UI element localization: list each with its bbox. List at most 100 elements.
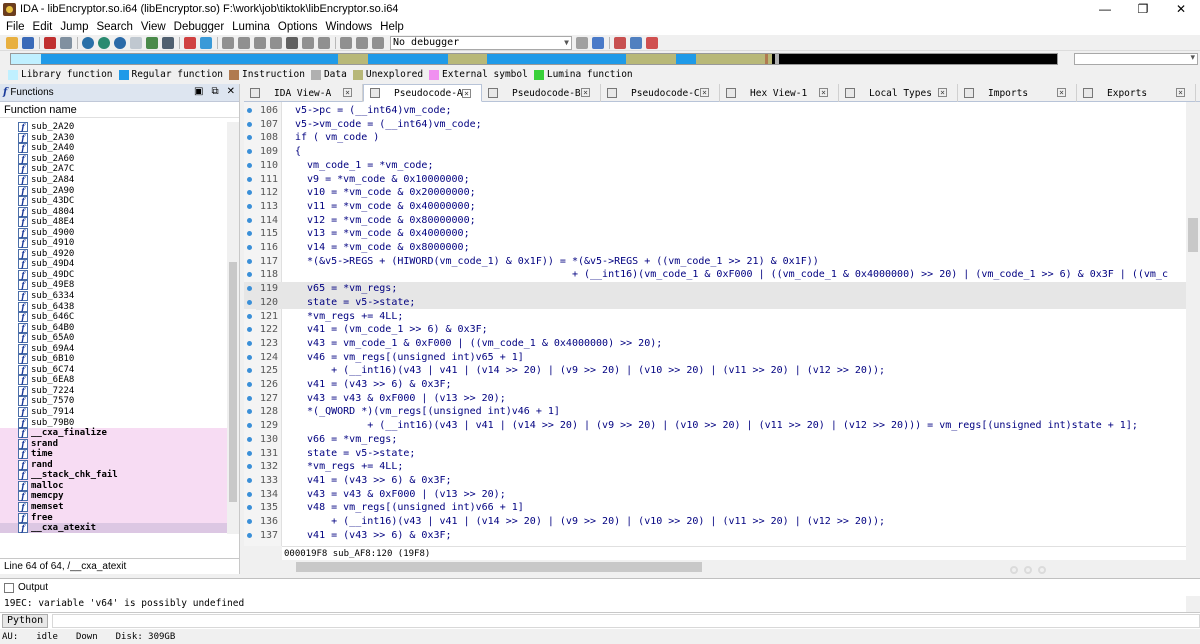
code-line[interactable]: 127 v43 = v43 & 0xF000 | (v13 >> 20); [244, 392, 1186, 406]
segments-icon[interactable] [630, 36, 642, 49]
back-icon[interactable] [44, 36, 56, 49]
breakpoint-dot-icon[interactable] [247, 519, 252, 524]
tab-close-icon[interactable]: × [462, 89, 471, 98]
function-row[interactable]: f sub_49E8 [0, 280, 227, 291]
cursor-icon[interactable] [200, 36, 212, 49]
function-row[interactable]: f free [0, 512, 227, 523]
debugger-select[interactable]: No debugger ▼ [390, 35, 572, 50]
navigation-segment[interactable] [338, 54, 369, 64]
code-line[interactable]: 131 state = v5->state; [244, 447, 1186, 461]
function-row[interactable]: f sub_2A20 [0, 122, 227, 133]
code-line[interactable]: 125 + (__int16)(v43 | v41 | (v14 >> 20) … [244, 364, 1186, 378]
tab-local-types[interactable]: Local Types × [839, 84, 958, 102]
breakpoint-dot-icon[interactable] [247, 272, 252, 278]
code-line[interactable]: 135 v48 = vm_regs[(unsigned int)v66 + 1] [244, 501, 1186, 515]
pause-icon[interactable] [356, 36, 368, 49]
strings-icon[interactable] [270, 36, 282, 49]
tab-close-icon[interactable]: × [700, 88, 709, 97]
function-row[interactable]: f srand [0, 438, 227, 449]
breakpoint-icon[interactable] [302, 36, 314, 49]
navigation-select[interactable] [1074, 52, 1198, 65]
code-globe-icon[interactable] [98, 36, 110, 49]
python-button[interactable]: Python [2, 614, 49, 628]
tab-close-icon[interactable]: × [581, 88, 590, 97]
breakpoint-dot-icon[interactable] [247, 464, 252, 470]
code-line[interactable]: 136 + (__int16)(v43 | v41 | (v14 >> 20) … [244, 515, 1186, 529]
scrollbar-thumb[interactable] [1188, 218, 1198, 252]
globe-icon[interactable] [82, 36, 94, 49]
code-line[interactable]: 128 *(_QWORD *)(vm_regs[(unsigned int)v4… [244, 405, 1186, 419]
stop-icon[interactable] [286, 36, 298, 49]
functions-list[interactable]: f sub_2A20 f sub_2A30 f sub_2A40 f sub_2A60 f sub… [0, 122, 227, 534]
function-row[interactable]: f sub_7914 [0, 407, 227, 418]
code-line[interactable]: 118 + (__int16)(vm_code_1 & 0xF000 | ((v… [244, 268, 1186, 282]
navigation-segment[interactable] [779, 54, 1057, 64]
breakpoint-dot-icon[interactable] [247, 162, 252, 168]
menu-lumina[interactable]: Lumina [228, 21, 274, 33]
code-line[interactable]: 106 v5->pc = (__int64)vm_code; [244, 104, 1186, 118]
breakpoint-dot-icon[interactable] [247, 203, 252, 209]
breakpoint-dot-icon[interactable] [247, 423, 252, 429]
function-row[interactable]: f sub_2A7C [0, 164, 227, 175]
function-row[interactable]: f __stack_chk_fail [0, 470, 227, 481]
code-line[interactable]: 114 v12 = *vm_code & 0x80000000; [244, 214, 1186, 228]
function-row[interactable]: f sub_2A84 [0, 175, 227, 186]
breakpoint-dot-icon[interactable] [247, 340, 252, 346]
code-line[interactable]: 117 *(&v5->REGS + (HIWORD(vm_code_1) & 0… [244, 255, 1186, 269]
breakpoint-dot-icon[interactable] [247, 149, 252, 155]
text-icon[interactable] [162, 36, 174, 49]
breakpoint-dot-icon[interactable] [247, 491, 252, 497]
breakpoint-dot-icon[interactable] [247, 108, 252, 113]
close-button[interactable]: ✕ [1162, 0, 1200, 18]
graph-icon[interactable] [184, 36, 196, 49]
function-row[interactable]: f sub_79B0 [0, 417, 227, 428]
function-row[interactable]: f sub_6EA8 [0, 375, 227, 386]
tab-pseudocode-a[interactable]: Pseudocode-A × [363, 84, 482, 102]
function-row[interactable]: f rand [0, 459, 227, 471]
navigation-segment[interactable] [447, 54, 488, 64]
tab-hex-view-1[interactable]: Hex View-1 × [720, 84, 839, 102]
menu-jump[interactable]: Jump [56, 21, 92, 33]
breakpoint-dot-icon[interactable] [247, 313, 252, 319]
code-line[interactable]: 119 v65 = *vm_regs; [244, 282, 1186, 296]
list-icon[interactable] [614, 36, 626, 49]
code-line[interactable]: 129 + (__int16)(v43 | v41 | (v14 >> 20) … [244, 419, 1186, 433]
function-row[interactable]: f sub_6C74 [0, 364, 227, 376]
breakpoint-dot-icon[interactable] [247, 368, 252, 374]
breakpoint-dot-icon[interactable] [247, 477, 252, 483]
navigation-segment[interactable] [11, 54, 41, 64]
code-line[interactable]: 120 state = v5->state; [244, 295, 1186, 310]
function-row[interactable]: f sub_2A60 [0, 153, 227, 165]
tab-pseudocode-b[interactable]: Pseudocode-B × [482, 84, 601, 102]
breakpoint-dot-icon[interactable] [247, 190, 252, 196]
function-row[interactable]: f sub_7224 [0, 385, 227, 397]
tab-exports[interactable]: Exports × [1077, 84, 1196, 102]
menu-search[interactable]: Search [92, 21, 136, 33]
code-line[interactable]: 133 v41 = (v43 >> 6) & 0x3F; [244, 474, 1186, 488]
jump-icon[interactable] [146, 36, 158, 49]
breakpoint-dot-icon[interactable] [247, 436, 252, 442]
float-pane-icon[interactable]: ⧉ [211, 86, 218, 97]
function-row[interactable]: f __cxa_finalize [0, 427, 227, 439]
breakpoint-dot-icon[interactable] [247, 532, 252, 538]
function-row[interactable]: f memcpy [0, 491, 227, 502]
navigation-segment[interactable] [40, 54, 339, 64]
print-icon[interactable] [130, 36, 142, 49]
menu-windows[interactable]: Windows [322, 21, 377, 33]
breakpoint-dot-icon[interactable] [247, 231, 252, 237]
attach-icon[interactable] [592, 36, 604, 49]
scrollbar-thumb[interactable] [296, 562, 702, 572]
code-line[interactable]: 116 v14 = *vm_code & 0x8000000; [244, 241, 1186, 255]
code-line[interactable]: 113 v11 = *vm_code & 0x40000000; [244, 200, 1186, 214]
tab-close-icon[interactable]: × [343, 88, 352, 97]
code-line[interactable]: 132 *vm_regs += 4LL; [244, 460, 1186, 474]
breakpoint-dot-icon[interactable] [247, 327, 252, 333]
menu-options[interactable]: Options [274, 21, 322, 33]
function-row[interactable]: f memset [0, 501, 227, 513]
function-row[interactable]: f sub_2A30 [0, 132, 227, 144]
breakpoint-dot-icon[interactable] [247, 505, 252, 511]
navigation-bar[interactable] [10, 53, 1058, 65]
breakpoint-dot-icon[interactable] [247, 245, 252, 250]
save-icon[interactable] [22, 36, 34, 49]
breakpoint-dot-icon[interactable] [247, 258, 252, 264]
